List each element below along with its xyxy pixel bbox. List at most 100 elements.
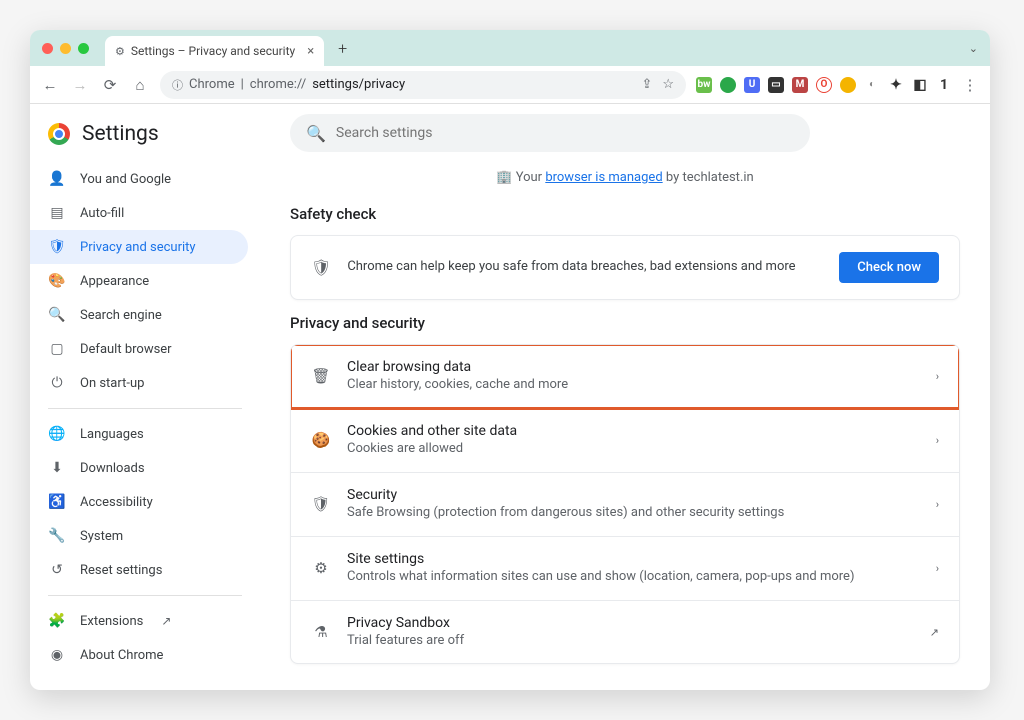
sidebar-item-privacy-security[interactable]: 🛡Privacy and security [30, 230, 248, 264]
sidebar-item-system[interactable]: 🔧System [30, 519, 248, 553]
sidebar-item-on-startup[interactable]: ⏻On start-up [30, 366, 248, 400]
gear-icon: ⚙ [115, 45, 125, 58]
sidebar-item-you-and-google[interactable]: 👤You and Google [30, 162, 248, 196]
share-icon[interactable]: ⇪ [641, 77, 652, 92]
sidebar: Settings 👤You and Google ▤Auto-fill 🛡Pri… [30, 104, 260, 690]
titlebar: ⚙ Settings – Privacy and security × + ⌄ [30, 30, 990, 66]
close-window-button[interactable] [42, 43, 53, 54]
search-icon: 🔍 [48, 307, 66, 323]
new-tab-button[interactable]: + [338, 39, 347, 58]
chrome-logo-icon [48, 123, 70, 145]
ext-icon-6[interactable]: O [816, 77, 832, 93]
privacy-security-heading: Privacy and security [290, 314, 960, 332]
sidebar-item-search-engine[interactable]: 🔍Search engine [30, 298, 248, 332]
chevron-right-icon: › [936, 498, 939, 511]
content: Settings 👤You and Google ▤Auto-fill 🛡Pri… [30, 104, 990, 690]
row-security[interactable]: 🛡 Security Safe Browsing (protection fro… [291, 472, 959, 536]
sidebar-item-reset[interactable]: ↺Reset settings [30, 553, 248, 587]
shield-check-icon: 🛡 [311, 258, 331, 277]
tab-title: Settings – Privacy and security [131, 44, 295, 58]
close-tab-icon[interactable]: × [307, 44, 314, 59]
search-input[interactable] [336, 125, 794, 141]
address-bar[interactable]: ⓘ Chrome | chrome://settings/privacy ⇪ ☆ [160, 71, 686, 99]
download-icon: ⬇ [48, 460, 66, 476]
site-info-icon[interactable]: ⓘ [172, 77, 183, 93]
person-icon: 👤 [48, 171, 66, 187]
settings-search[interactable]: 🔍 [290, 114, 810, 152]
main-panel: 🔍 🏢 Your browser is managed by techlates… [260, 104, 990, 690]
ext-icon-4[interactable]: ▭ [768, 77, 784, 93]
sidebar-item-default-browser[interactable]: ▢Default browser [30, 332, 248, 366]
ext-icon-9[interactable]: ◧ [912, 77, 928, 93]
window-controls [42, 43, 89, 54]
managed-link[interactable]: browser is managed [545, 170, 662, 185]
sidebar-item-extensions[interactable]: 🧩Extensions↗ [30, 604, 248, 638]
row-privacy-sandbox[interactable]: ⚗ Privacy Sandbox Trial features are off… [291, 600, 959, 664]
bookmark-icon[interactable]: ☆ [662, 77, 674, 92]
forward-button[interactable]: → [70, 75, 90, 95]
sidebar-item-autofill[interactable]: ▤Auto-fill [30, 196, 248, 230]
maximize-window-button[interactable] [78, 43, 89, 54]
page-title: Settings [82, 122, 159, 146]
building-icon: 🏢 [496, 170, 512, 185]
row-site-settings[interactable]: ⚙ Site settings Controls what informatio… [291, 536, 959, 600]
autofill-icon: ▤ [48, 205, 66, 221]
sidebar-item-appearance[interactable]: 🎨Appearance [30, 264, 248, 298]
safety-check-text: Chrome can help keep you safe from data … [347, 258, 823, 276]
reload-button[interactable]: ⟳ [100, 75, 120, 95]
flask-icon: ⚗ [311, 623, 331, 641]
ext-icon-2[interactable] [720, 77, 736, 93]
ext-icon-8[interactable]: ◐ [864, 77, 880, 93]
external-link-icon: ↗ [161, 614, 171, 628]
ext-icon-5[interactable]: M [792, 77, 808, 93]
window-icon: ▢ [48, 341, 66, 357]
safety-check-card: 🛡 Chrome can help keep you safe from dat… [290, 235, 960, 300]
wrench-icon: 🔧 [48, 528, 66, 544]
row-cookies[interactable]: 🍪 Cookies and other site data Cookies ar… [291, 408, 959, 472]
external-link-icon: ↗ [930, 626, 939, 639]
managed-notice: 🏢 Your browser is managed by techlatest.… [290, 170, 960, 185]
safety-check-heading: Safety check [290, 205, 960, 223]
sidebar-item-languages[interactable]: 🌐Languages [30, 417, 248, 451]
extension-icons: bw U ▭ M O ◐ ✦ ◧ 1 ⋮ [696, 75, 980, 95]
tab-overflow-icon[interactable]: ⌄ [969, 42, 978, 55]
sliders-icon: ⚙ [311, 559, 331, 577]
chevron-right-icon: › [936, 434, 939, 447]
url-prefix: Chrome [189, 77, 235, 92]
puzzle-icon: 🧩 [48, 613, 66, 629]
kebab-menu-icon[interactable]: ⋮ [960, 75, 980, 95]
ext-icon-7[interactable] [840, 77, 856, 93]
shield-icon: 🛡 [48, 239, 66, 255]
minimize-window-button[interactable] [60, 43, 71, 54]
chevron-right-icon: › [936, 562, 939, 575]
chrome-icon: ◉ [48, 647, 66, 663]
toolbar: ← → ⟳ ⌂ ⓘ Chrome | chrome://settings/pri… [30, 66, 990, 104]
browser-window: ⚙ Settings – Privacy and security × + ⌄ … [30, 30, 990, 690]
trash-icon: 🗑 [311, 367, 331, 385]
divider [48, 595, 242, 596]
row-clear-browsing-data[interactable]: 🗑 Clear browsing data Clear history, coo… [291, 345, 959, 408]
chevron-right-icon: › [936, 370, 939, 383]
palette-icon: 🎨 [48, 273, 66, 289]
home-button[interactable]: ⌂ [130, 75, 150, 95]
extensions-icon[interactable]: ✦ [888, 77, 904, 93]
browser-tab[interactable]: ⚙ Settings – Privacy and security × [105, 36, 324, 66]
shield-icon: 🛡 [311, 495, 331, 513]
sidebar-item-about[interactable]: ◉About Chrome [30, 638, 248, 672]
settings-header: Settings [30, 114, 260, 162]
sidebar-item-downloads[interactable]: ⬇Downloads [30, 451, 248, 485]
sidebar-item-accessibility[interactable]: ♿Accessibility [30, 485, 248, 519]
power-icon: ⏻ [48, 375, 66, 391]
privacy-security-card: 🗑 Clear browsing data Clear history, coo… [290, 344, 960, 664]
search-icon: 🔍 [306, 124, 326, 143]
ext-icon-3[interactable]: U [744, 77, 760, 93]
divider [48, 408, 242, 409]
ext-icon-10[interactable]: 1 [936, 77, 952, 93]
cookie-icon: 🍪 [311, 431, 331, 449]
reset-icon: ↺ [48, 562, 66, 578]
accessibility-icon: ♿ [48, 494, 66, 510]
back-button[interactable]: ← [40, 75, 60, 95]
check-now-button[interactable]: Check now [839, 252, 939, 283]
globe-icon: 🌐 [48, 426, 66, 442]
ext-icon-1[interactable]: bw [696, 77, 712, 93]
